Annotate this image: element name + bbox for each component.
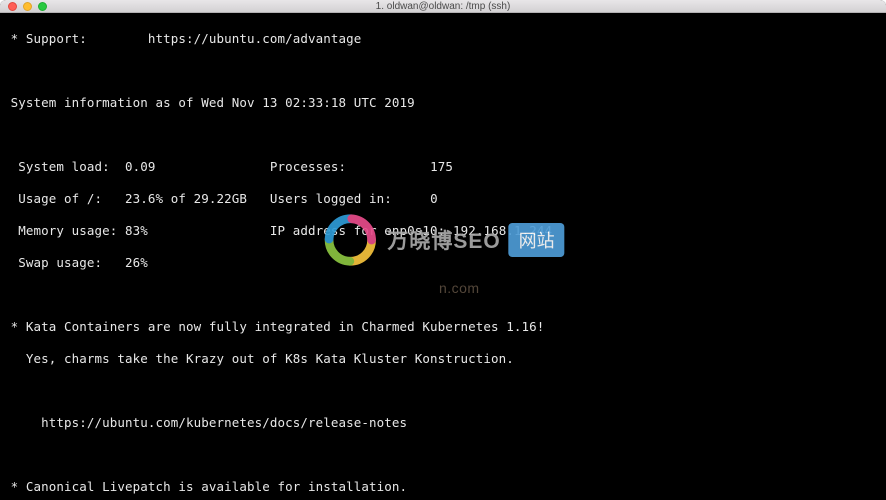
maximize-icon[interactable] xyxy=(38,2,47,11)
swap-usage-value: 26% xyxy=(102,255,148,270)
terminal-window: 1. oldwan@oldwan: /tmp (ssh) * Support: … xyxy=(0,0,886,500)
ip-value: 192.168.1.244 xyxy=(445,223,552,238)
traffic-lights xyxy=(8,2,47,11)
motd-kata-url: https://ubuntu.com/kubernetes/docs/relea… xyxy=(3,415,883,431)
minimize-icon[interactable] xyxy=(23,2,32,11)
processes-label: Processes: xyxy=(270,159,346,174)
mem-usage-label: Memory usage: xyxy=(3,223,117,238)
disk-usage-label: Usage of /: xyxy=(3,191,102,206)
terminal-body[interactable]: * Support: https://ubuntu.com/advantage … xyxy=(0,13,886,500)
motd-kata-2: Yes, charms take the Krazy out of K8s Ka… xyxy=(3,351,883,367)
motd-kata-1: * Kata Containers are now fully integrat… xyxy=(3,319,883,335)
titlebar: 1. oldwan@oldwan: /tmp (ssh) xyxy=(0,0,886,13)
motd-support-label: * Support: xyxy=(3,31,148,46)
processes-value: 175 xyxy=(346,159,453,174)
mem-usage-value: 83% xyxy=(117,223,148,238)
sys-load-label: System load: xyxy=(3,159,110,174)
motd-support-url: https://ubuntu.com/advantage xyxy=(148,31,362,46)
disk-usage-value: 23.6% of 29.22GB xyxy=(102,191,247,206)
motd-livepatch-1: * Canonical Livepatch is available for i… xyxy=(3,479,883,495)
sys-load-value: 0.09 xyxy=(110,159,156,174)
close-icon[interactable] xyxy=(8,2,17,11)
swap-usage-label: Swap usage: xyxy=(3,255,102,270)
users-label: Users logged in: xyxy=(270,191,392,206)
window-title: 1. oldwan@oldwan: /tmp (ssh) xyxy=(0,1,886,12)
ip-label: IP address for enp0s10: xyxy=(270,223,445,238)
users-value: 0 xyxy=(392,191,438,206)
motd-sysinfo-header: System information as of Wed Nov 13 02:3… xyxy=(3,95,883,111)
